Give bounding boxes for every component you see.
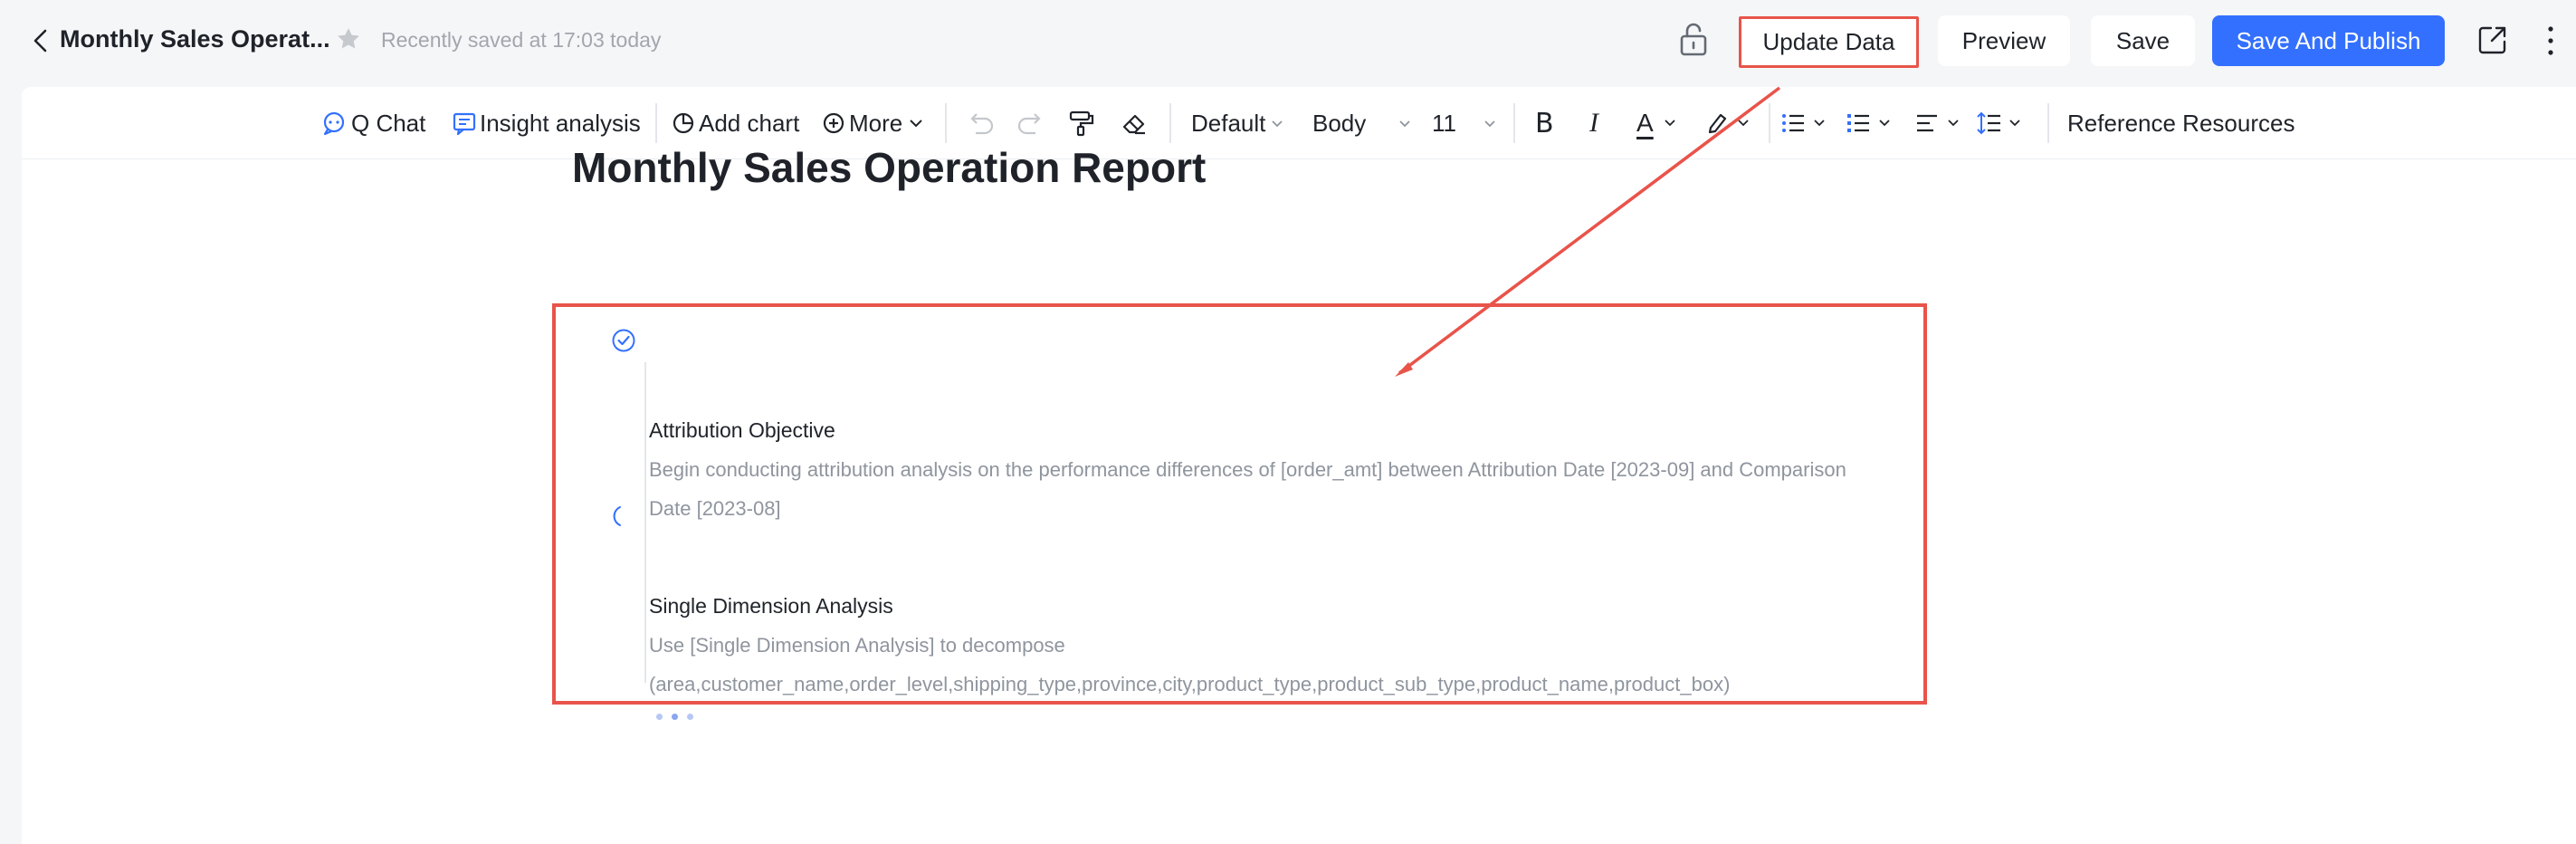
loading-dot (687, 714, 693, 720)
step-connector-line (644, 362, 646, 558)
chevron-down-icon (1738, 120, 1749, 127)
undo-button[interactable] (965, 105, 996, 141)
step-description: Begin conducting attribution analysis on… (649, 450, 1846, 528)
bullet-list-button[interactable] (1779, 105, 1827, 141)
toolbar-divider (1513, 103, 1515, 143)
step-title: Attribution Objective (649, 418, 835, 442)
numbered-list-button[interactable] (1845, 105, 1892, 141)
font-family-select[interactable]: Default (1191, 105, 1283, 141)
paragraph-style-select[interactable]: Body (1312, 105, 1411, 141)
highlight-color-button[interactable] (1703, 105, 1751, 141)
loading-dot (672, 714, 678, 720)
more-label: More (849, 109, 903, 137)
insight-analysis-button[interactable]: Insight analysis (451, 105, 641, 141)
font-family-value: Default (1191, 109, 1266, 137)
step-description-line: (area,customer_name,order_level,shipping… (649, 673, 1731, 695)
clear-format-button[interactable] (1119, 105, 1150, 141)
bullet-list-icon (1782, 114, 1804, 132)
unlock-icon[interactable] (1678, 22, 1709, 58)
add-chart-label: Add chart (699, 109, 800, 137)
star-icon[interactable] (335, 25, 362, 53)
more-options-icon[interactable] (2543, 24, 2558, 58)
report-title[interactable]: Monthly Sales Operation Report (572, 143, 1206, 192)
chevron-down-icon (1272, 120, 1283, 128)
chevron-down-icon (1665, 120, 1675, 127)
chevron-down-icon (1948, 120, 1959, 127)
paragraph-style-value: Body (1312, 109, 1367, 137)
redo-icon (1017, 113, 1041, 135)
line-spacing-button[interactable] (1975, 105, 2022, 141)
loading-dots (656, 714, 693, 720)
q-chat-button[interactable]: Q Chat (320, 105, 425, 141)
font-size-value: 11 (1432, 109, 1456, 137)
save-status: Recently saved at 17:03 today (381, 28, 662, 52)
chevron-down-icon (1399, 120, 1410, 128)
toolbar-divider (655, 103, 657, 143)
undo-icon (970, 113, 994, 135)
font-color-label: A (1636, 109, 1654, 137)
format-painter-button[interactable] (1066, 105, 1097, 141)
open-external-icon[interactable] (2476, 24, 2509, 56)
q-chat-label: Q Chat (351, 109, 426, 137)
step-description-line: Date [2023-08] (649, 497, 781, 520)
back-arrow-icon[interactable] (27, 25, 54, 56)
toolbar-divider (2047, 103, 2049, 143)
loading-spinner-icon (613, 506, 621, 526)
italic-label: I (1589, 108, 1598, 138)
chevron-down-icon (1879, 120, 1890, 127)
bold-button[interactable]: B (1535, 105, 1554, 141)
font-size-select[interactable]: 11 (1432, 105, 1496, 141)
save-and-publish-button[interactable]: Save And Publish (2212, 15, 2445, 66)
pie-chart-icon (673, 112, 694, 134)
toolbar-divider (1769, 103, 1770, 143)
line-spacing-icon (1977, 111, 2000, 135)
update-data-button[interactable]: Update Data (1739, 16, 1919, 68)
editor-toolbar: Q Chat Insight analysis Add chart More D… (22, 87, 2576, 159)
numbered-list-icon (1847, 114, 1869, 132)
reference-resources-button[interactable]: Reference Resources (2067, 105, 2295, 141)
step-description: Use [Single Dimension Analysis] to decom… (649, 626, 1730, 704)
highlighter-icon (1708, 113, 1727, 134)
redo-button[interactable] (1016, 105, 1046, 141)
top-bar: Monthly Sales Operat... Recently saved a… (0, 0, 2576, 82)
chevron-down-icon (1484, 120, 1495, 128)
step-description-line: Use [Single Dimension Analysis] to decom… (649, 634, 1065, 657)
add-chart-button[interactable]: Add chart (670, 105, 799, 141)
chevron-down-icon (910, 120, 922, 128)
step-title: Single Dimension Analysis (649, 594, 893, 618)
insight-icon (453, 112, 476, 136)
more-menu-button[interactable]: More (820, 105, 924, 141)
align-button[interactable] (1913, 105, 1961, 141)
italic-button[interactable]: I (1589, 105, 1598, 141)
loading-dot (656, 714, 663, 720)
font-color-button[interactable]: A (1636, 105, 1677, 141)
step-description-line: Begin conducting attribution analysis on… (649, 458, 1846, 481)
preview-button[interactable]: Preview (1938, 15, 2070, 66)
chevron-down-icon (1814, 120, 1825, 127)
align-left-icon (1917, 114, 1937, 132)
bold-label: B (1535, 107, 1554, 139)
plus-circle-icon (823, 112, 844, 134)
chevron-down-icon (2009, 120, 2020, 127)
insight-analysis-label: Insight analysis (480, 109, 641, 137)
save-button[interactable]: Save (2091, 15, 2195, 66)
document-title[interactable]: Monthly Sales Operat... (60, 25, 330, 53)
format-painter-icon (1069, 110, 1094, 137)
reference-resources-label: Reference Resources (2067, 109, 2295, 137)
step-connector-line (644, 538, 646, 683)
toolbar-divider (1169, 103, 1171, 143)
eraser-icon (1122, 114, 1145, 135)
chat-icon (323, 111, 345, 136)
check-circle-icon (612, 329, 635, 352)
toolbar-divider (945, 103, 947, 143)
